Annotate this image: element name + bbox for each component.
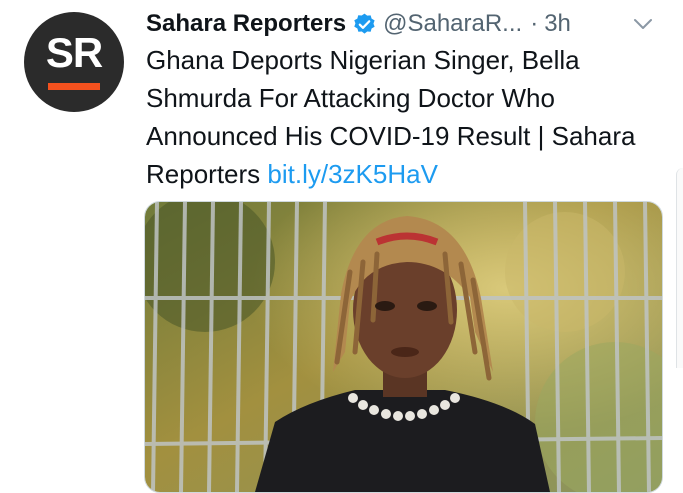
- display-name[interactable]: Sahara Reporters: [146, 10, 346, 38]
- chevron-down-icon[interactable]: [631, 12, 655, 36]
- avatar-logo-underline: [48, 83, 100, 90]
- separator-dot: ·: [530, 10, 539, 37]
- adjacent-panel-edge: [676, 168, 683, 368]
- user-handle[interactable]: @SaharaR...: [383, 10, 522, 38]
- photo-image: [145, 202, 662, 492]
- tweet-text: Ghana Deports Nigerian Singer, Bella Shm…: [146, 41, 676, 193]
- avatar[interactable]: SR: [24, 12, 124, 112]
- tweet-header: Sahara Reporters @SaharaR... · 3h: [146, 6, 653, 42]
- timestamp[interactable]: 3h: [544, 10, 571, 38]
- tweet-media-photo[interactable]: [144, 201, 663, 493]
- verified-badge-icon: [354, 13, 375, 34]
- avatar-logo-text: SR: [45, 29, 103, 76]
- tweet-link[interactable]: bit.ly/3zK5HaV: [267, 159, 438, 189]
